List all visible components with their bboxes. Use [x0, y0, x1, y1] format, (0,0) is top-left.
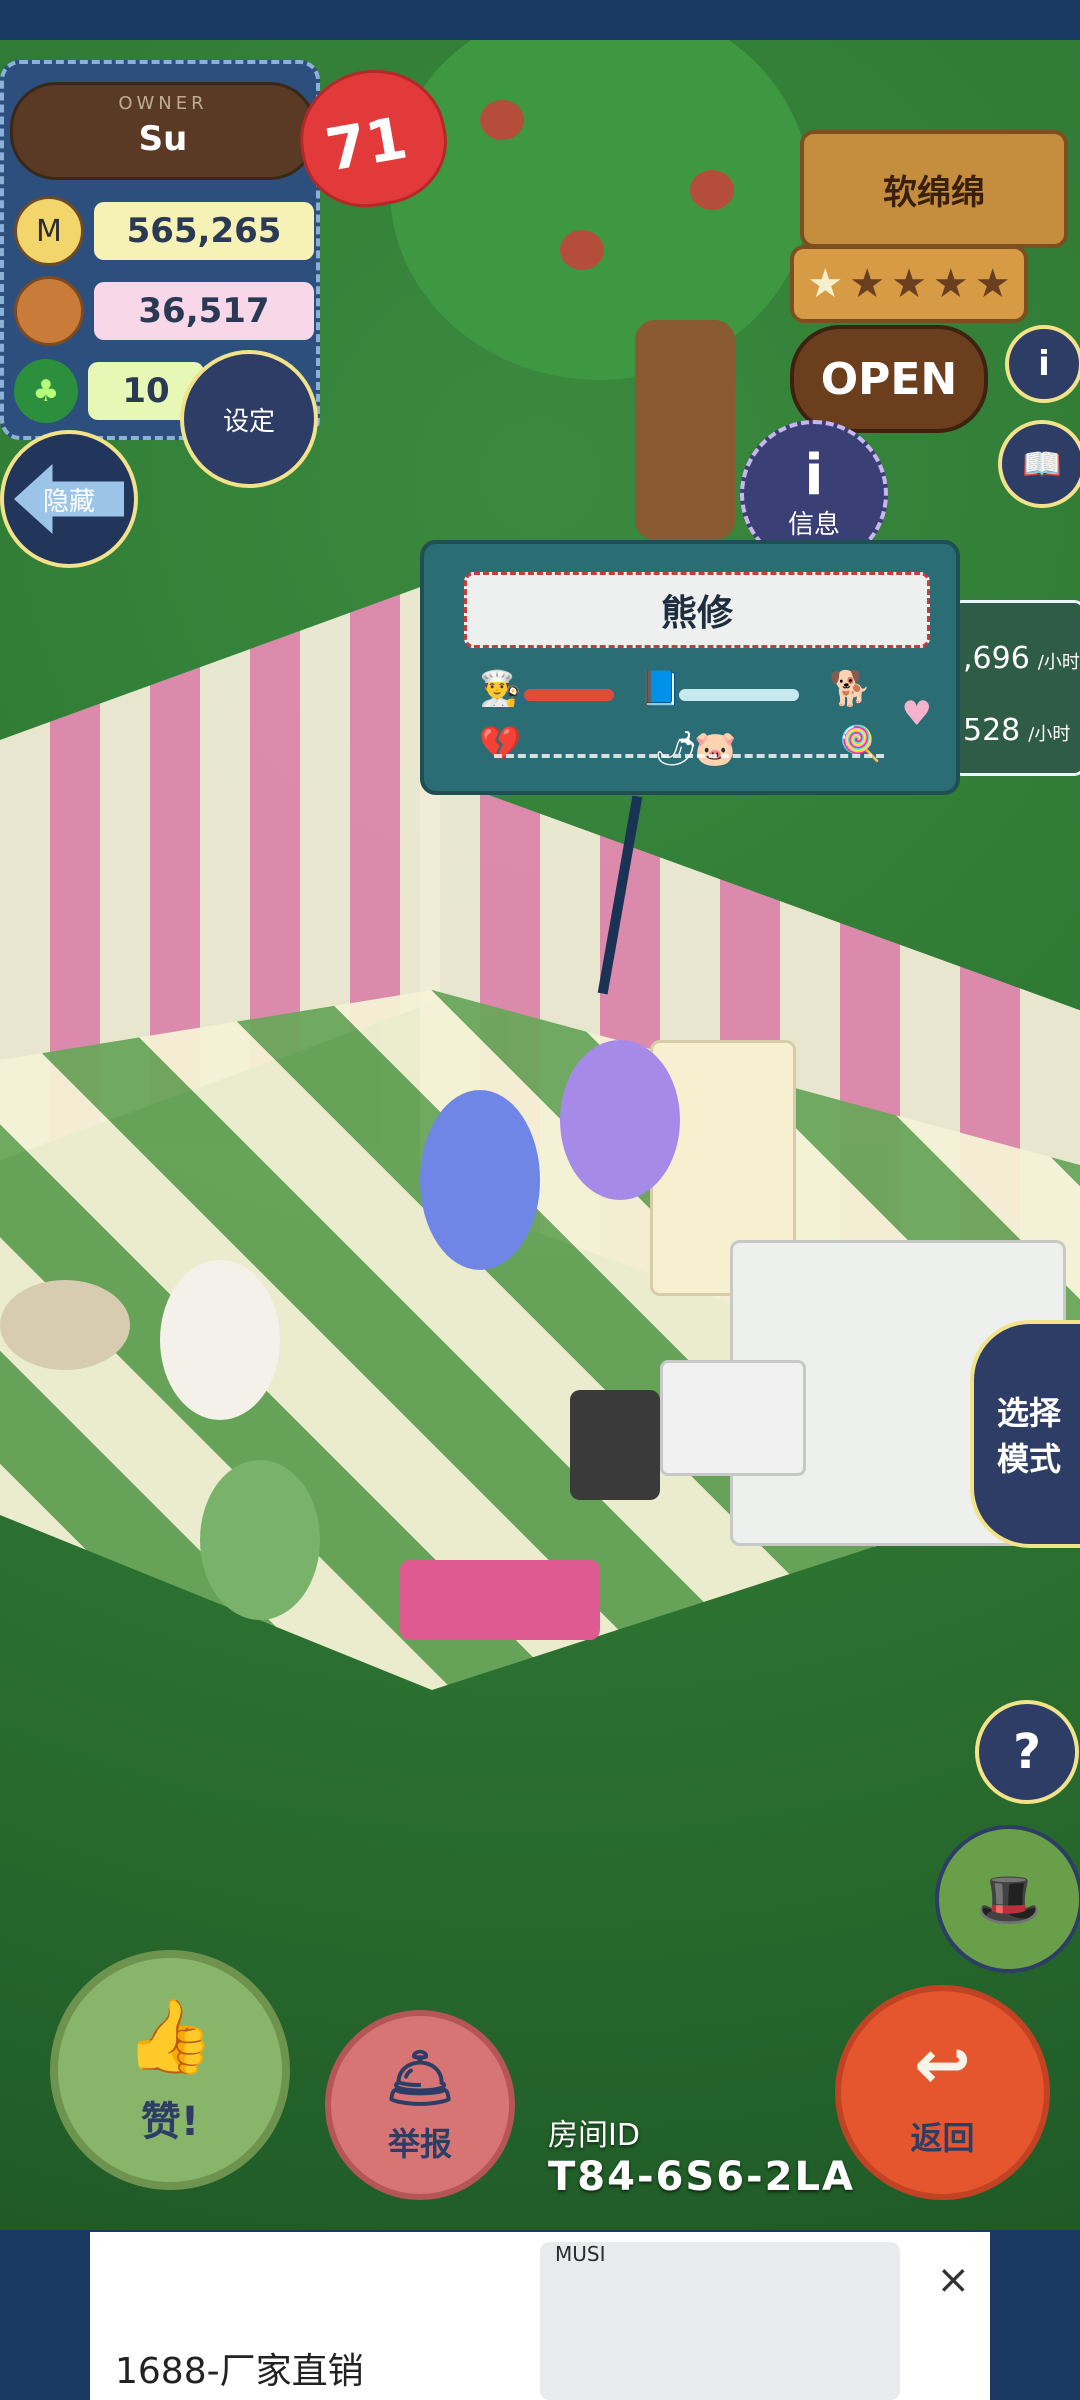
help-button[interactable]: ? — [975, 1700, 1079, 1804]
income-row-2-value: 528 — [963, 713, 1021, 748]
coins-value: 565,265 — [94, 202, 314, 260]
settings-button[interactable]: 设定 — [180, 350, 318, 488]
close-icon[interactable]: × — [936, 2257, 970, 2303]
star-icon: ★ — [974, 261, 1011, 307]
affection-dashed-line — [494, 754, 884, 758]
info-icon: i — [804, 442, 824, 508]
like-label: 赞! — [140, 2098, 200, 2145]
pink-table — [400, 1560, 600, 1640]
purple-bear-character[interactable] — [560, 1040, 680, 1200]
microwave — [660, 1360, 806, 1476]
star-icon: ★ — [932, 261, 969, 307]
star-icon: ★ — [807, 261, 844, 307]
question-icon: ? — [1013, 1724, 1041, 1780]
book-icon: 📘 — [639, 669, 682, 709]
customer-card: 熊修 👨‍🍳 📘 🐕 💔 🌶 🐷 🍭 ♥ — [420, 540, 960, 795]
return-arrow-icon: ↩ — [914, 2026, 971, 2105]
tree-trunk — [635, 320, 735, 540]
shop-rating-stars: ★ ★ ★ ★ ★ — [790, 245, 1028, 323]
coffee-maker — [570, 1390, 660, 1500]
room-id-display: 房间ID T84-6S6-2LA — [548, 2110, 855, 2200]
room-id-label: 房间ID — [548, 2118, 640, 2153]
report-button[interactable]: 🛎 举报 — [325, 2010, 515, 2200]
thumbs-up-icon: 👍 — [125, 1993, 215, 2078]
clover-icon-glyph: ♣ — [32, 373, 60, 409]
level-number: 71 — [320, 103, 413, 185]
round-table — [0, 1280, 130, 1370]
heart-icon: ♥ — [901, 694, 932, 734]
hide-ui-button[interactable]: 隐藏 — [0, 430, 138, 568]
white-bear-character[interactable] — [160, 1260, 280, 1420]
hide-label: 隐藏 — [42, 486, 95, 517]
ad-banner[interactable]: 1688-厂家直销 MUSI × — [90, 2232, 990, 2400]
chef-hat-icon: 👨‍🍳 — [479, 669, 522, 709]
apple-decoration — [560, 230, 604, 270]
green-dog-character[interactable] — [200, 1460, 320, 1620]
whistle-icon: 🛎 — [384, 2046, 456, 2111]
shop-name-sign: 软绵绵 — [800, 130, 1068, 248]
broken-heart-icon: 💔 — [479, 724, 522, 764]
book-icon: 📖 — [1022, 445, 1062, 483]
info-label: 信息 — [787, 509, 840, 540]
info-icon: i — [1038, 344, 1050, 384]
level-heart-badge: 71 — [289, 58, 457, 218]
income-panel: ,696/小时 528/小时 — [950, 600, 1080, 776]
ad-text: 1688-厂家直销 — [115, 2351, 364, 2392]
settings-label: 设定 — [222, 406, 275, 437]
shop-name: 软绵绵 — [883, 172, 985, 213]
chili-pepper-icon: 🌶 — [654, 729, 698, 769]
return-button[interactable]: ↩ 返回 — [835, 1985, 1050, 2200]
report-label: 举报 — [387, 2125, 452, 2163]
open-sign: OPEN — [790, 325, 988, 433]
star-icon: ★ — [891, 261, 927, 307]
like-button[interactable]: 👍 赞! — [50, 1950, 290, 2190]
income-row-1: ,696/小时 — [963, 641, 1080, 676]
clover-row: ♣ 10 — [14, 359, 204, 423]
recipe-book-button[interactable]: 📖 — [998, 420, 1080, 508]
hat-icon: 🎩 — [976, 1869, 1042, 1930]
select-mode-button[interactable]: 选择模式 — [970, 1320, 1080, 1548]
background-tree — [390, 40, 810, 380]
hat-button[interactable]: 🎩 — [935, 1825, 1080, 1973]
income-row-1-value: ,696 — [963, 641, 1030, 676]
owner-name: Su — [138, 119, 188, 159]
coin-icon: M — [14, 196, 84, 266]
income-row-2: 528/小时 — [963, 713, 1070, 748]
room-id-value: T84-6S6-2LA — [548, 2154, 855, 2200]
income-row-2-unit: /小时 — [1028, 724, 1071, 745]
open-label: OPEN — [820, 353, 958, 405]
coin-icon-glyph: M — [36, 213, 62, 249]
pig-face-icon: 🐷 — [694, 729, 737, 769]
shop-info-button[interactable]: i — [1005, 325, 1080, 403]
lollipop-icon: 🍭 — [839, 724, 882, 764]
top-star-border — [0, 0, 1080, 40]
coins-row: M 565,265 — [14, 196, 314, 266]
restaurant-room — [0, 579, 1080, 1840]
ingredients-basket-icon — [14, 276, 84, 346]
book-bar — [679, 689, 799, 701]
return-label: 返回 — [910, 2119, 975, 2157]
ingredients-value: 36,517 — [94, 282, 314, 340]
ad-brand-logo: MUSI — [555, 2242, 606, 2266]
income-row-1-unit: /小时 — [1037, 652, 1080, 673]
owner-label: OWNER — [118, 93, 208, 114]
apple-decoration — [480, 100, 524, 140]
apple-decoration — [690, 170, 734, 210]
select-mode-label: 选择模式 — [996, 1394, 1061, 1478]
blue-bear-character[interactable] — [420, 1090, 540, 1270]
dog-icon: 🐕 — [829, 669, 872, 709]
clover-icon: ♣ — [14, 359, 78, 423]
ingredients-row: 36,517 — [14, 276, 314, 346]
star-icon: ★ — [849, 261, 886, 307]
cooking-bar — [524, 689, 614, 701]
customer-name: 熊修 — [464, 572, 930, 648]
owner-plaque: OWNER Su — [10, 82, 316, 180]
